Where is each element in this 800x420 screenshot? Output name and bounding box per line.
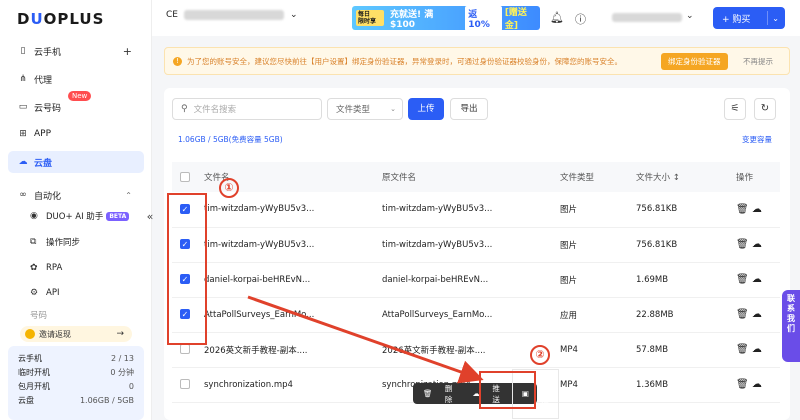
contact-us-button[interactable]: 联系我们 <box>782 290 800 362</box>
annotation-arrow <box>247 295 484 384</box>
